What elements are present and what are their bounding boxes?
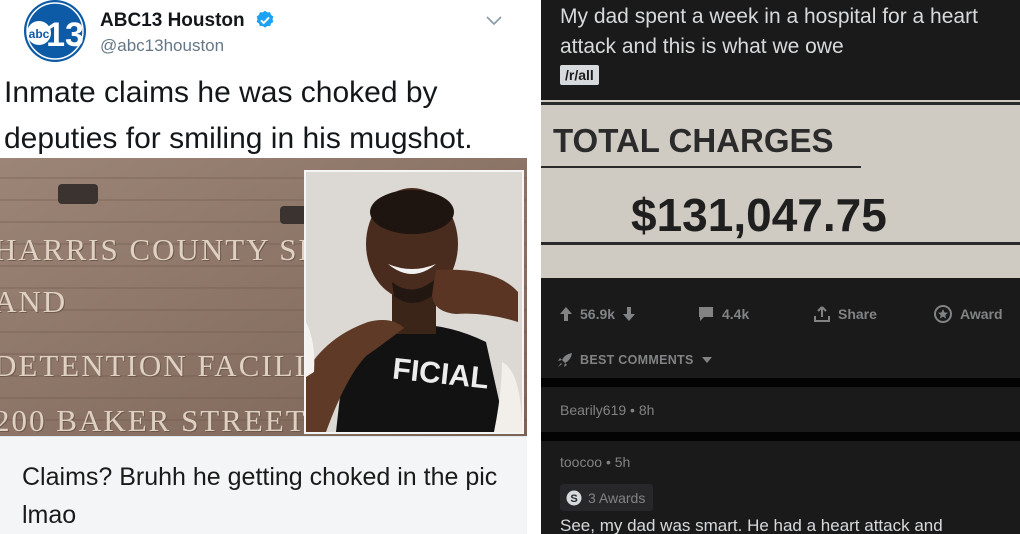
comments-button[interactable]: 4.4k	[697, 296, 749, 332]
award-label: Award	[960, 306, 1003, 322]
award-icon	[934, 305, 952, 323]
bill-image[interactable]: TOTAL CHARGES $131,047.75	[541, 100, 1020, 278]
caret-down-icon	[701, 357, 712, 363]
post-title[interactable]: My dad spent a week in a hospital for a …	[560, 2, 1010, 62]
tweet-panel: abc 13 ABC13 Houston @abc13houston Inmat…	[0, 0, 527, 534]
vote-group: 56.9k	[559, 296, 636, 332]
rocket-icon	[558, 353, 572, 367]
comment-count: 4.4k	[722, 306, 750, 322]
comment-sort-dropdown[interactable]: BEST COMMENTS	[557, 352, 713, 368]
panel-divider	[527, 0, 541, 534]
awards-count: 3 Awards	[588, 489, 646, 506]
comment-2-meta: toocoo • 5h	[560, 454, 630, 470]
share-label: Share	[838, 306, 877, 322]
mugshot-image: FICIAL	[304, 170, 524, 434]
tweet-text: Inmate claims he was choked by deputies …	[4, 76, 473, 155]
svg-text:S: S	[570, 493, 577, 505]
bill-top-rule	[541, 102, 1020, 105]
comment-separator	[541, 432, 1020, 441]
sort-label: BEST COMMENTS	[580, 353, 694, 367]
tweet-photo[interactable]: HARRIS COUNTY SHE AND DETENTION FACILITY…	[0, 158, 527, 436]
comment-2-age: 5h	[614, 454, 631, 470]
sign-line-2: AND	[0, 284, 68, 319]
comment-1-author[interactable]: Bearily619	[560, 402, 626, 418]
meta-dot: •	[630, 402, 639, 418]
comment-1-meta: Bearily619 • 8h	[560, 402, 654, 418]
comment-icon	[699, 307, 713, 321]
coin-icon: S	[566, 490, 582, 505]
upvote-count: 56.9k	[580, 306, 616, 322]
bill-bottom-rule	[541, 242, 1020, 245]
post-action-bar: 56.9k 4.4k Share Award	[541, 296, 1020, 332]
comment-2-body: See, my dad was smart. He had a heart at…	[560, 516, 943, 534]
share-button[interactable]: Share	[813, 296, 877, 332]
award-button[interactable]: Award	[933, 296, 1003, 332]
bill-mid-rule	[541, 166, 861, 168]
chevron-down-icon[interactable]	[484, 14, 504, 28]
verified-badge-icon	[256, 10, 274, 28]
comment-1-age: 8h	[638, 402, 655, 418]
sign-line-3: DETENTION FACILITY	[0, 348, 353, 383]
upvote-icon[interactable]	[559, 306, 573, 322]
bill-amount: $131,047.75	[631, 189, 887, 241]
comment-separator	[541, 378, 1020, 387]
awards-badge[interactable]: S 3 Awards	[560, 484, 654, 511]
meta-dot: •	[605, 454, 615, 470]
logo-number-text: 13	[46, 16, 84, 54]
subreddit-flair[interactable]: /r/all	[560, 65, 599, 85]
share-icon	[814, 306, 830, 322]
account-handle[interactable]: @abc13houston	[100, 36, 224, 56]
reply-text: Claims? Bruhh he getting choked in the p…	[22, 463, 498, 529]
downvote-icon[interactable]	[622, 306, 636, 322]
reddit-panel: My dad spent a week in a hospital for a …	[541, 0, 1020, 534]
abc13-logo[interactable]: abc 13	[19, 0, 91, 62]
bill-label: TOTAL CHARGES	[553, 122, 834, 159]
sign-line-4: 200 BAKER STREET	[0, 403, 307, 436]
comment-2-author[interactable]: toocoo	[560, 454, 602, 470]
sign-line-1: HARRIS COUNTY SHE	[0, 232, 344, 267]
account-name[interactable]: ABC13 Houston	[100, 10, 245, 32]
